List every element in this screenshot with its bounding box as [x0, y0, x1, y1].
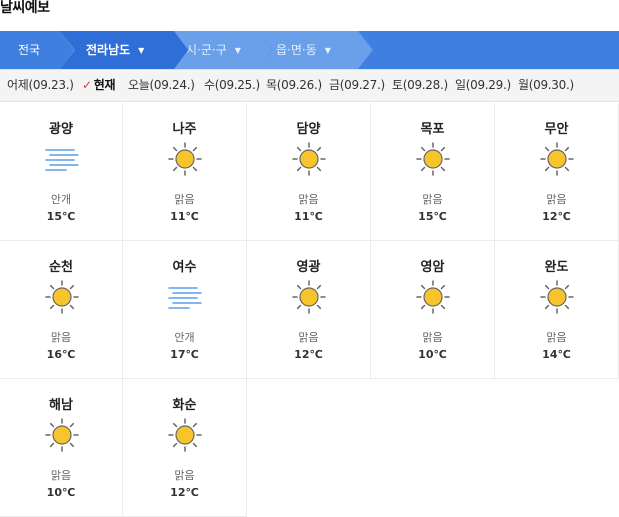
temperature: 14℃	[542, 348, 571, 361]
day-tab-sun[interactable]: 일(09.29.)	[455, 70, 511, 101]
sun-icon	[291, 141, 327, 177]
temperature: 16℃	[46, 348, 76, 361]
nav-country-label: 전국	[18, 43, 41, 57]
city-name: 담양	[296, 122, 321, 137]
caret-down-icon: ▼	[138, 45, 145, 55]
temperature: 12℃	[170, 486, 199, 499]
day-tab-label: 어제(09.23.)	[7, 78, 74, 92]
city-name: 완도	[544, 260, 569, 275]
city-name: 여수	[172, 260, 197, 275]
sun-icon	[415, 141, 451, 177]
weather-condition: 맑음	[298, 193, 319, 206]
nav-arrow	[60, 31, 74, 69]
day-tab-mon[interactable]: 월(09.30.)	[518, 70, 574, 101]
city-name: 해남	[49, 398, 73, 413]
day-tab-wed[interactable]: 수(09.25.)	[204, 70, 260, 101]
weather-condition: 맑음	[546, 193, 567, 206]
temperature: 17℃	[170, 348, 199, 361]
city-name: 영암	[420, 260, 445, 275]
day-tab-yesterday[interactable]: 어제(09.23.)	[7, 70, 74, 101]
city-name: 나주	[172, 122, 197, 137]
city-name: 목포	[420, 122, 445, 137]
weather-card[interactable]: 목포 맑음 15℃	[371, 103, 495, 241]
nav-arrow	[358, 31, 372, 69]
weather-condition: 맑음	[50, 331, 72, 344]
temperature: 12℃	[294, 348, 323, 361]
day-tab-label: 일(09.29.)	[455, 78, 511, 92]
nav-province-label: 전라남도	[86, 43, 131, 57]
temperature: 10℃	[418, 348, 447, 361]
temperature: 12℃	[542, 210, 571, 223]
temperature: 15℃	[418, 210, 447, 223]
temperature: 11℃	[294, 210, 323, 223]
nav-arrow	[174, 31, 188, 69]
day-tabs: 어제(09.23.) ✓ 현재 오늘(09.24.) 수(09.25.) 목(09…	[0, 69, 619, 102]
sun-icon	[44, 417, 80, 453]
sun-icon	[539, 141, 575, 177]
day-tab-label: 수(09.25.)	[204, 78, 260, 92]
temperature: 11℃	[170, 210, 199, 223]
city-name: 순천	[49, 260, 73, 275]
caret-down-icon: ▼	[324, 45, 331, 55]
weather-card[interactable]: 나주 맑음 11℃	[123, 103, 247, 241]
nav-city-label: 시·군·구	[186, 43, 227, 57]
fog-icon	[44, 141, 80, 177]
day-tab-label: 토(09.28.)	[392, 78, 448, 92]
day-tab-label: 오늘(09.24.)	[128, 78, 195, 92]
nav-town-dropdown[interactable]: 읍·면·동 ▼	[258, 31, 373, 69]
day-tab-thu[interactable]: 목(09.26.)	[266, 70, 322, 101]
city-name: 영광	[296, 260, 321, 275]
fog-icon	[167, 279, 203, 315]
weather-condition: 맑음	[422, 193, 443, 206]
temperature: 10℃	[46, 486, 76, 499]
sun-icon	[291, 279, 327, 315]
weather-card[interactable]: 완도 맑음 14℃	[495, 241, 619, 379]
weather-condition: 맑음	[50, 469, 72, 482]
day-tab-label: 현재	[93, 78, 116, 92]
weather-card[interactable]: 여수 안개 17℃	[123, 241, 247, 379]
day-tab-today[interactable]: 오늘(09.24.)	[128, 70, 195, 101]
day-tab-current[interactable]: ✓ 현재	[82, 70, 116, 101]
weather-condition: 맑음	[422, 331, 443, 344]
sun-icon	[539, 279, 575, 315]
weather-card[interactable]: 영암 맑음 10℃	[371, 241, 495, 379]
weather-condition: 안개	[50, 193, 72, 206]
weather-card[interactable]: 화순 맑음 12℃	[123, 379, 247, 517]
weather-condition: 안개	[174, 331, 195, 344]
nav-town-label: 읍·면·동	[276, 43, 317, 57]
weather-card[interactable]: 순천 맑음 16℃	[0, 241, 123, 379]
city-name: 화순	[172, 398, 197, 413]
day-tab-fri[interactable]: 금(09.27.)	[329, 70, 385, 101]
weather-condition: 맑음	[174, 469, 195, 482]
nav-arrow	[258, 31, 272, 69]
sun-icon	[44, 279, 80, 315]
weather-condition: 맑음	[546, 331, 567, 344]
day-tab-sat[interactable]: 토(09.28.)	[392, 70, 448, 101]
weather-condition: 맑음	[298, 331, 319, 344]
weather-card[interactable]: 해남 맑음 10℃	[0, 379, 123, 517]
check-icon: ✓	[82, 78, 92, 92]
nav-country[interactable]: 전국	[0, 31, 75, 69]
sun-icon	[167, 141, 203, 177]
sun-icon	[415, 279, 451, 315]
weather-card[interactable]: 영광 맑음 12℃	[247, 241, 371, 379]
weather-card[interactable]: 담양 맑음 11℃	[247, 103, 371, 241]
city-name: 광양	[49, 122, 73, 137]
nav-background	[358, 31, 619, 69]
weather-card[interactable]: 광양 안개 15℃	[0, 103, 123, 241]
sun-icon	[167, 417, 203, 453]
temperature: 15℃	[46, 210, 76, 223]
day-tab-label: 금(09.27.)	[329, 78, 385, 92]
location-nav: 읍·면·동 ▼ 시·군·구 ▼ 전라남도 ▼ 전국	[0, 31, 619, 69]
day-tab-label: 월(09.30.)	[518, 78, 574, 92]
city-name: 무안	[544, 122, 569, 137]
weather-card[interactable]: 무안 맑음 12℃	[495, 103, 619, 241]
day-tab-label: 목(09.26.)	[266, 78, 322, 92]
caret-down-icon: ▼	[234, 45, 241, 55]
nav-province-dropdown[interactable]: 전라남도 ▼	[60, 31, 189, 69]
weather-condition: 맑음	[174, 193, 195, 206]
page-title: 날씨예보	[0, 0, 50, 16]
